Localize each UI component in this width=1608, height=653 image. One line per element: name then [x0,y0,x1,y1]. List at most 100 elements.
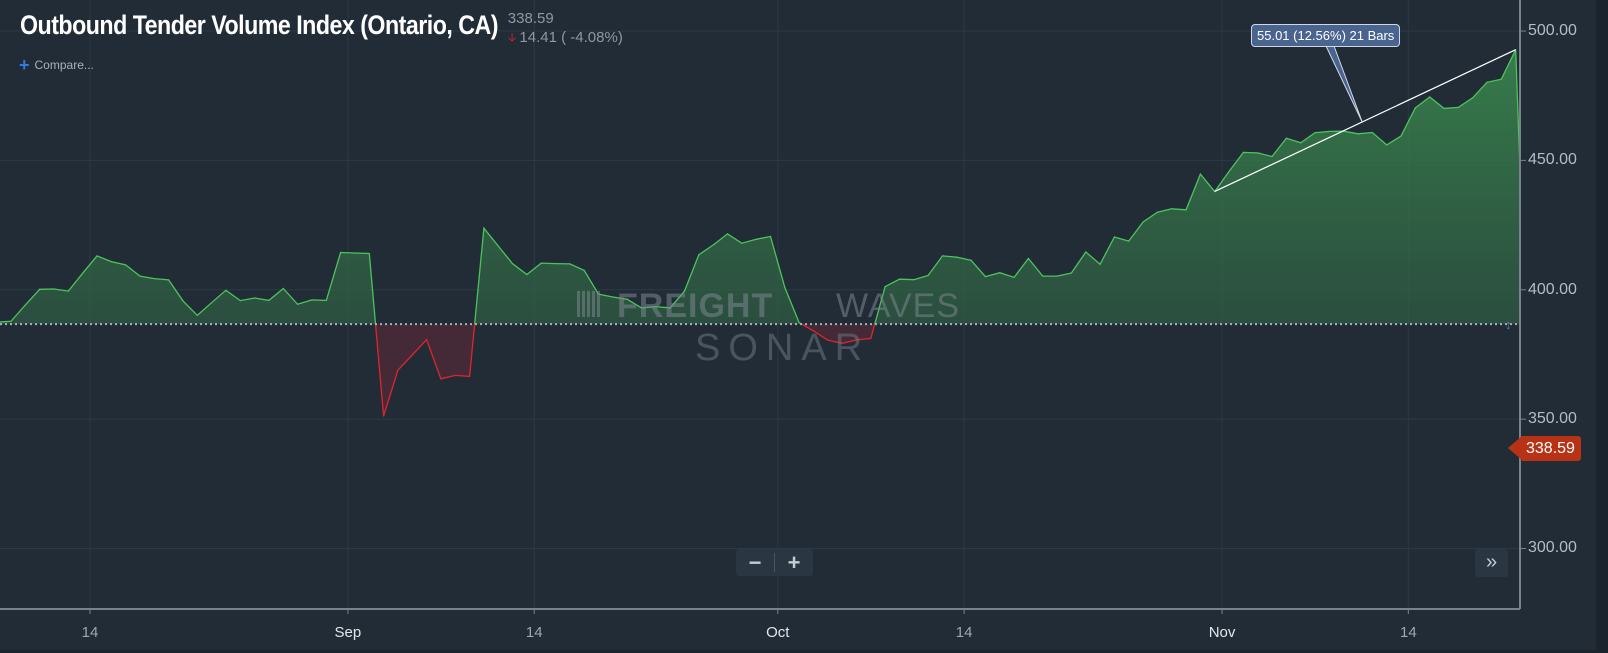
data-point [1414,107,1416,109]
data-point [984,275,987,278]
y-tick-label: 400.00 [1528,280,1577,298]
axis-scale-handle-icon[interactable]: ↕ [1505,317,1512,333]
data-point [956,256,958,258]
right-panel-edge [1596,0,1608,653]
area-above-baseline [0,49,1520,325]
data-point [913,279,915,281]
data-point [941,255,944,257]
data-point [139,275,141,277]
data-point [411,354,413,356]
price-change-text: 14.41 ( -4.08%) [519,29,623,46]
data-point [497,245,499,247]
y-tick-label: 450.00 [1528,151,1577,169]
watermark-sonar: SONAR [695,327,870,369]
data-point [382,415,385,417]
compare-button[interactable]: + Compare... [19,56,94,74]
y-tick-label: 300.00 [1528,539,1577,557]
data-point [297,303,299,305]
x-tick-label: Oct [766,624,790,641]
data-point [110,260,112,263]
last-price-tag: 338.59 [1508,436,1581,461]
x-tick-label: Sep [334,624,362,641]
data-point [1285,137,1287,139]
data-point [1085,251,1087,253]
data-point [870,337,872,340]
data-point [1042,275,1044,277]
data-point [483,227,485,229]
data-point [698,254,700,256]
data-point [1429,96,1431,98]
data-point [1128,240,1130,242]
data-point [1242,151,1244,153]
data-point [282,287,284,290]
data-point [1257,152,1259,154]
data-point [1357,133,1359,135]
zoom-out-button[interactable]: − [736,549,774,576]
data-point [1500,78,1502,80]
data-point [898,278,901,280]
zoom-in-button[interactable]: + [775,549,813,576]
data-point [211,302,213,304]
data-point [1328,130,1330,133]
data-point [96,255,98,257]
watermark: FREIGHT WAVES SONAR [577,287,960,369]
data-point [354,252,356,254]
data-point [999,272,1001,274]
data-point [554,263,557,265]
data-point [784,286,786,289]
x-tick-label: 14 [1399,624,1417,641]
data-point [311,299,313,301]
data-point [440,378,442,380]
data-point [168,279,170,281]
data-point [1099,263,1101,265]
watermark-waves: WAVES [836,287,960,325]
data-point [769,235,772,238]
callout-pointer [1325,45,1363,123]
data-point [1171,208,1173,210]
data-point [1300,142,1302,144]
trendline-label[interactable]: 55.01 (12.56%) 21 Bars [1251,24,1401,47]
data-point [268,299,270,301]
scroll-to-latest-button[interactable]: » [1475,549,1508,577]
chart-header: Outbound Tender Volume Index (Ontario, C… [20,8,623,47]
data-point [1486,81,1488,83]
zoom-controls: − + [736,549,813,576]
data-point [1314,132,1316,134]
data-point [526,273,528,276]
data-point [583,269,585,271]
data-point [1185,209,1187,211]
y-tick-label: 500.00 [1528,22,1577,40]
data-point [82,272,84,274]
data-point [1443,107,1445,110]
last-price: 338.59 [507,10,554,27]
data-point [712,244,714,246]
data-point [1156,211,1158,213]
data-point [1113,236,1116,238]
data-point [153,278,155,280]
data-point [454,374,456,377]
data-point [24,304,26,306]
data-point [10,320,12,322]
price-change: 🡣 14.41 ( -4.08%) [508,28,623,47]
data-point [1142,221,1144,223]
data-point [254,297,256,299]
data-point [1271,155,1273,158]
data-point [468,375,471,378]
data-point [1386,144,1388,146]
data-point [1027,257,1030,260]
data-point [425,339,428,341]
arrow-down-icon: 🡣 [507,30,517,44]
data-point [612,296,614,298]
data-point [511,263,514,265]
data-point [741,242,743,244]
data-point [368,252,370,255]
data-point [39,288,41,290]
compare-label: Compare... [34,58,94,72]
data-point [225,289,227,291]
x-tick-label: 14 [955,624,973,641]
y-tick-label: 350.00 [1528,410,1577,428]
data-point [755,238,757,240]
data-point [569,263,571,265]
data-point [196,314,198,316]
data-point [1228,170,1230,173]
